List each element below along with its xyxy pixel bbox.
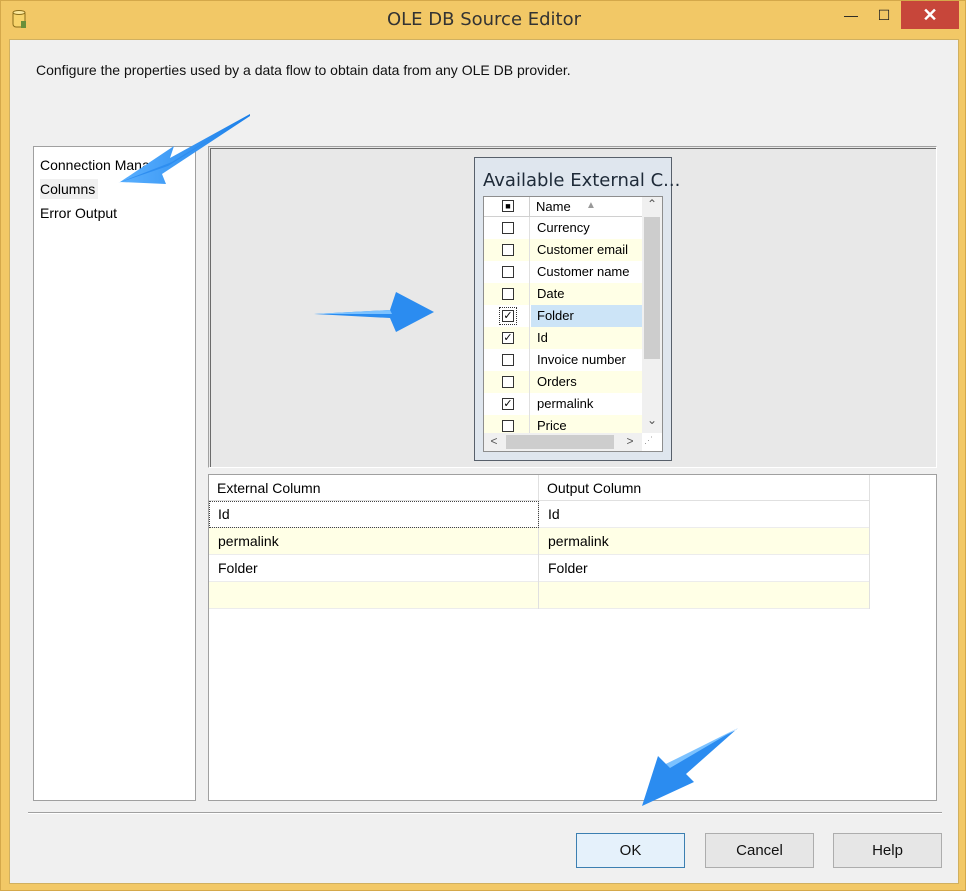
resize-grip-icon[interactable]: ⋰ [644, 435, 653, 446]
external-column-cell[interactable]: Id [209, 501, 539, 528]
scroll-left-icon[interactable]: < [484, 434, 504, 448]
horizontal-scroll-thumb[interactable] [506, 435, 614, 449]
help-button[interactable]: Help [833, 833, 942, 868]
available-columns-box[interactable]: Available External C... ■ Name ▲ Currenc… [474, 157, 680, 461]
select-all-column: ■ [484, 197, 530, 217]
list-header: ■ Name ▲ [484, 197, 642, 217]
row-checkbox-checked[interactable]: ✓ [502, 398, 514, 410]
list-item[interactable]: Customer email [484, 239, 642, 261]
row-checkbox[interactable] [502, 244, 514, 256]
horizontal-scrollbar[interactable]: < > [484, 433, 642, 451]
list-item[interactable]: Date [484, 283, 642, 305]
vertical-scroll-thumb[interactable] [644, 217, 660, 359]
minimize-icon: — [844, 7, 858, 23]
column-name: Customer name [537, 264, 630, 279]
available-columns-list[interactable]: ■ Name ▲ Currency Customer email Custome… [483, 196, 663, 452]
table-row-new[interactable] [209, 582, 870, 609]
row-checkbox[interactable] [502, 376, 514, 388]
ok-button[interactable]: OK [576, 833, 685, 868]
list-item[interactable]: Customer name [484, 261, 642, 283]
output-column-cell[interactable]: Folder [539, 555, 870, 582]
sort-ascending-icon: ▲ [586, 200, 596, 211]
column-name: Currency [537, 220, 590, 235]
list-item[interactable]: Invoice number [484, 349, 642, 371]
minimize-button[interactable]: — [833, 1, 869, 29]
scroll-up-icon[interactable]: ⌃ [642, 197, 662, 211]
row-checkbox[interactable] [502, 288, 514, 300]
nav-item-columns[interactable]: Columns [40, 179, 98, 199]
list-item-selected[interactable]: ✓ Folder [484, 305, 642, 327]
column-name: Date [537, 286, 565, 301]
available-columns-title: Available External C... [483, 170, 681, 191]
external-column-cell[interactable] [209, 582, 539, 609]
dialog-description: Configure the properties used by a data … [36, 62, 571, 78]
help-button-label: Help [872, 842, 903, 859]
column-mapping-grid[interactable]: External Column Output Column Id Id perm… [208, 474, 937, 801]
scroll-down-icon[interactable]: ⌄ [642, 413, 662, 427]
name-column-header[interactable]: Name [536, 199, 571, 214]
maximize-button[interactable]: ☐ [867, 1, 901, 29]
output-column-cell[interactable] [539, 582, 870, 609]
dialog-client-area: Configure the properties used by a data … [9, 39, 959, 884]
column-name: Id [537, 330, 548, 345]
column-name: Price [537, 418, 567, 433]
cancel-button[interactable]: Cancel [705, 833, 814, 868]
row-checkbox[interactable] [502, 420, 514, 432]
column-name: permalink [537, 396, 594, 411]
output-column-header[interactable]: Output Column [539, 475, 870, 501]
title-bar[interactable]: OLE DB Source Editor — ☐ ✕ [1, 1, 966, 39]
list-item[interactable]: Orders [484, 371, 642, 393]
dialog-window: OLE DB Source Editor — ☐ ✕ Configure the… [0, 0, 966, 891]
close-icon: ✕ [922, 4, 938, 25]
external-column-cell[interactable]: permalink [209, 528, 539, 555]
divider [28, 812, 942, 814]
select-all-checkbox[interactable]: ■ [502, 200, 514, 212]
output-column-cell[interactable]: Id [539, 501, 870, 528]
output-column-cell[interactable]: permalink [539, 528, 870, 555]
list-item[interactable]: ✓ Id [484, 327, 642, 349]
cancel-button-label: Cancel [736, 842, 783, 859]
table-row[interactable]: permalink permalink [209, 528, 870, 555]
close-button[interactable]: ✕ [901, 1, 959, 29]
list-item[interactable]: Currency [484, 217, 642, 239]
row-checkbox[interactable] [502, 354, 514, 366]
grid-header: External Column Output Column [209, 475, 870, 501]
column-name: Folder [537, 308, 574, 323]
external-column-cell[interactable]: Folder [209, 555, 539, 582]
scroll-right-icon[interactable]: > [620, 434, 640, 448]
nav-item-error-output[interactable]: Error Output [40, 203, 190, 223]
column-name: Orders [537, 374, 577, 389]
ok-button-label: OK [619, 842, 642, 859]
table-row[interactable]: Folder Folder [209, 555, 870, 582]
window-title: OLE DB Source Editor [386, 9, 582, 30]
row-checkbox[interactable] [502, 266, 514, 278]
column-name: Customer email [537, 242, 629, 257]
list-item[interactable]: ✓ permalink [484, 393, 642, 415]
column-name: Invoice number [537, 352, 626, 367]
row-checkbox-checked[interactable]: ✓ [499, 307, 517, 325]
page-navigation: Connection Manager Columns Error Output [33, 146, 196, 801]
table-row[interactable]: Id Id [209, 501, 870, 528]
vertical-scrollbar[interactable]: ⌃ ⌄ [642, 197, 662, 433]
row-checkbox[interactable] [502, 222, 514, 234]
maximize-icon: ☐ [877, 6, 891, 23]
nav-item-connection-manager[interactable]: Connection Manager [40, 155, 190, 175]
row-checkbox-checked[interactable]: ✓ [502, 332, 514, 344]
external-column-header[interactable]: External Column [209, 475, 539, 501]
